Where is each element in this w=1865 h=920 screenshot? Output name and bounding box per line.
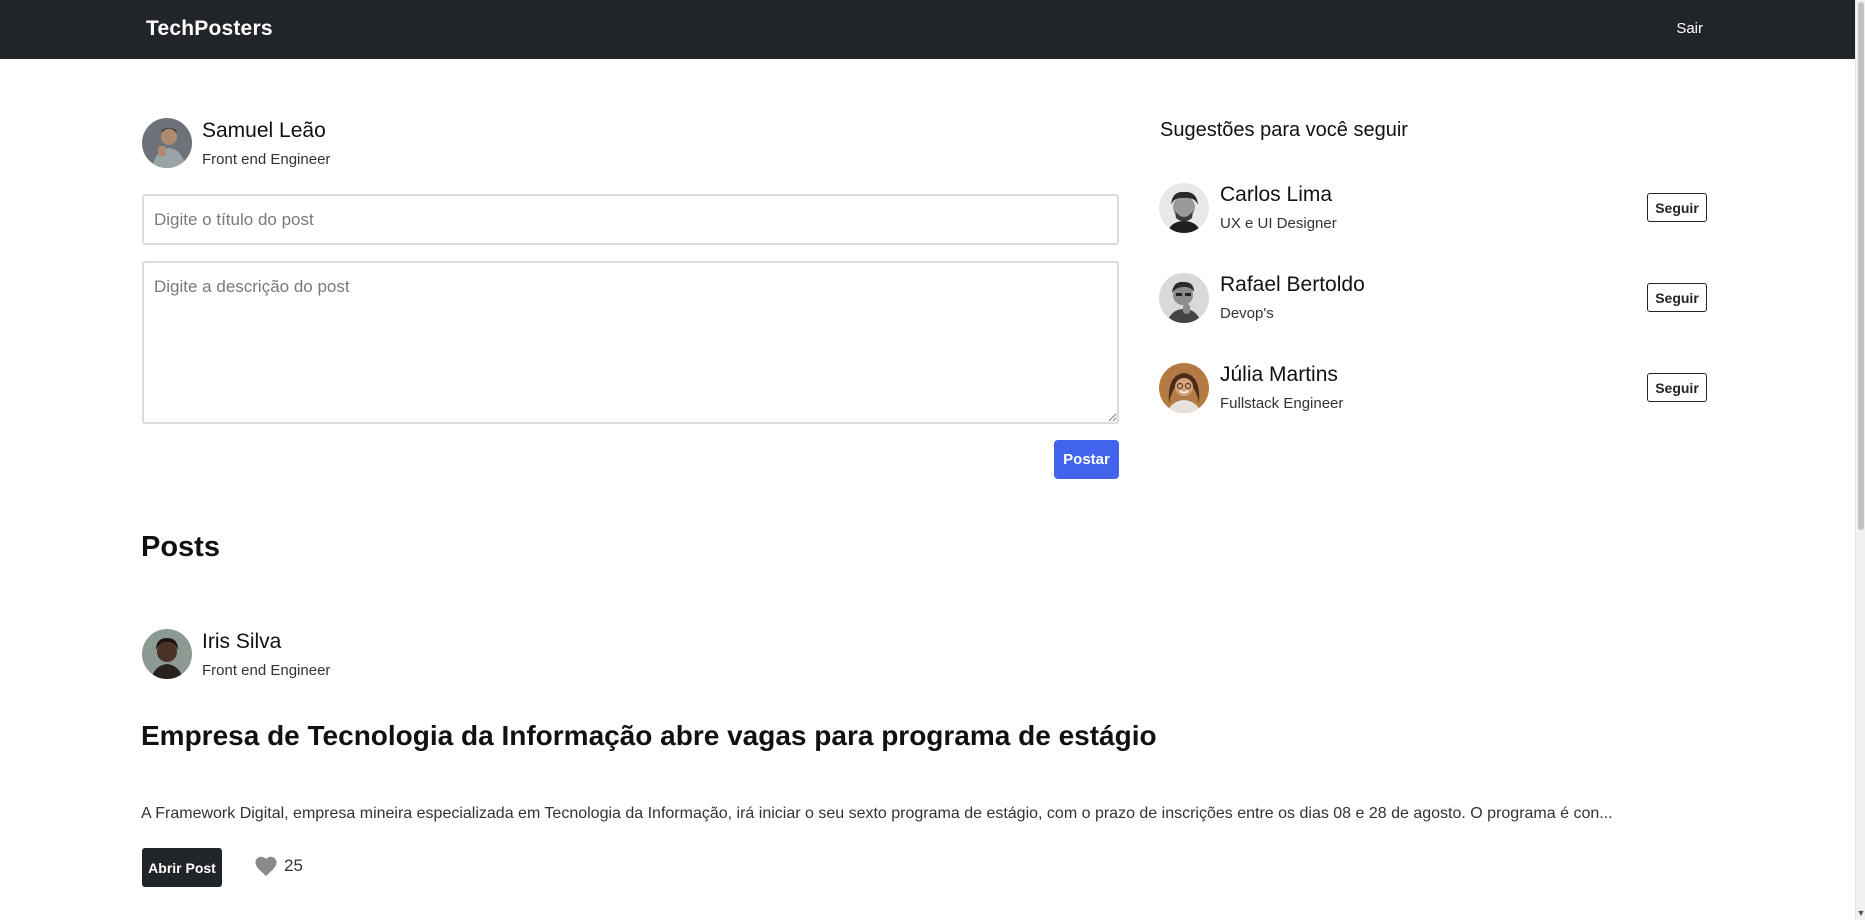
- post-title-input[interactable]: [142, 194, 1119, 245]
- brand-logo[interactable]: TechPosters: [146, 17, 273, 41]
- logout-link[interactable]: Sair: [1676, 20, 1703, 37]
- like-button[interactable]: 25: [254, 855, 303, 877]
- follow-button[interactable]: Seguir: [1647, 373, 1707, 402]
- open-post-button[interactable]: Abrir Post: [142, 848, 222, 887]
- scroll-down-arrow-icon[interactable]: ▼: [1856, 906, 1865, 920]
- navbar: TechPosters Sair: [0, 0, 1855, 59]
- heart-icon[interactable]: [254, 855, 278, 877]
- post-author-avatar: [142, 629, 192, 679]
- like-count: 25: [284, 856, 303, 875]
- post-author-name: Iris Silva: [202, 630, 282, 653]
- suggestion-role: Devop's: [1220, 305, 1274, 322]
- vertical-scrollbar[interactable]: ▼: [1855, 0, 1865, 920]
- post-title: Empresa de Tecnologia da Informação abre…: [141, 720, 1157, 751]
- suggestion-name: Júlia Martins: [1220, 363, 1338, 386]
- suggestion-role: Fullstack Engineer: [1220, 395, 1344, 412]
- suggestion-avatar: [1159, 363, 1209, 413]
- suggestion-role: UX e UI Designer: [1220, 215, 1337, 232]
- follow-button[interactable]: Seguir: [1647, 283, 1707, 312]
- suggestions-title: Sugestões para você seguir: [1160, 119, 1408, 141]
- follow-button[interactable]: Seguir: [1647, 193, 1707, 222]
- posts-heading: Posts: [141, 531, 220, 563]
- submit-post-button[interactable]: Postar: [1054, 440, 1119, 479]
- current-user-role: Front end Engineer: [202, 151, 331, 168]
- scrollbar-thumb[interactable]: [1858, 2, 1864, 530]
- current-user-avatar: [142, 118, 192, 168]
- post-description-input[interactable]: [142, 261, 1119, 424]
- post-author-role: Front end Engineer: [202, 662, 331, 679]
- suggestion-avatar: [1159, 273, 1209, 323]
- suggestion-name: Carlos Lima: [1220, 183, 1333, 206]
- suggestion-name: Rafael Bertoldo: [1220, 273, 1365, 296]
- post-description: A Framework Digital, empresa mineira esp…: [141, 805, 1613, 822]
- current-user-name: Samuel Leão: [202, 119, 326, 142]
- suggestion-avatar: [1159, 183, 1209, 233]
